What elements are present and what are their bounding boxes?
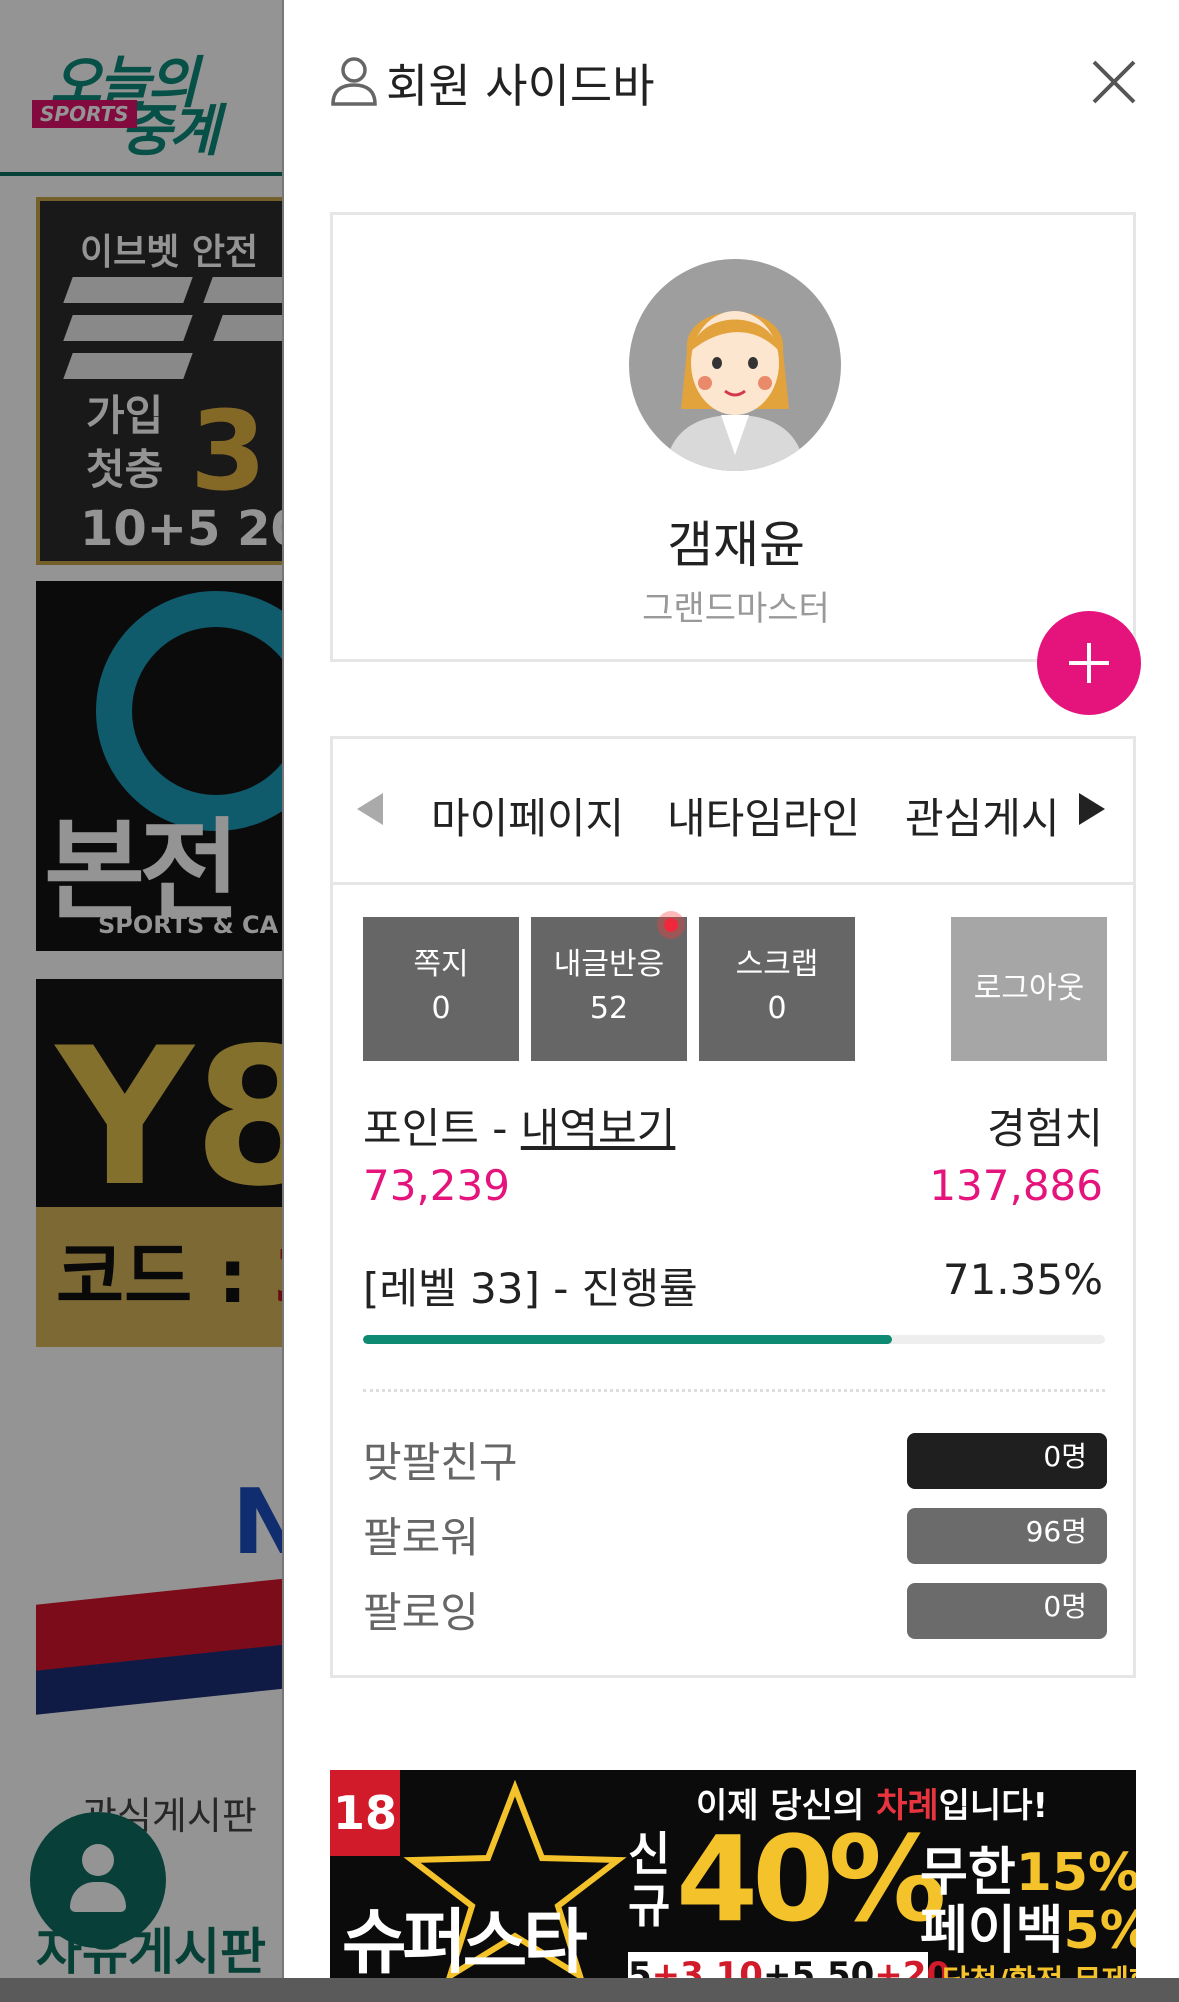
- tab-bar: 마이페이지 내타임라인 관심게시: [333, 739, 1133, 885]
- followers-count[interactable]: 96명: [907, 1508, 1107, 1564]
- overlay-dim[interactable]: [0, 0, 282, 2002]
- reactions-label: 내글반응: [553, 947, 665, 982]
- scrap-count: 0: [767, 991, 787, 1026]
- ad-banner-superstar[interactable]: 18 슈퍼스타 이제 당신의 차례입니다! 신규 40% 무한15% 페이백5%…: [330, 1770, 1136, 2002]
- following-label: 팔로잉: [363, 1588, 479, 1637]
- sidebar-header: 회원 사이드바: [284, 0, 1179, 170]
- level-progress-percent: 71.35%: [942, 1255, 1103, 1304]
- nickname: 갬재윤: [667, 516, 805, 574]
- member-menu-card: 마이페이지 내타임라인 관심게시 쪽지 0 내글반응 52 스크랩 0 로그아웃…: [330, 736, 1136, 1678]
- mutual-friends-count[interactable]: 0명: [907, 1433, 1107, 1489]
- exp-value: 137,886: [929, 1161, 1103, 1210]
- scrap-label: 스크랩: [735, 947, 819, 982]
- scrap-button[interactable]: 스크랩 0: [699, 917, 855, 1061]
- notification-dot: [657, 911, 685, 939]
- level-label: [레벨 33] - 진행률: [363, 1264, 698, 1313]
- ad-new-label: 신규: [628, 1827, 671, 1933]
- chevron-left-icon[interactable]: [351, 789, 391, 829]
- points-history-link[interactable]: 내역보기: [521, 1104, 676, 1153]
- messages-button[interactable]: 쪽지 0: [363, 917, 519, 1061]
- level-progress-bar: [363, 1335, 1105, 1344]
- tab-favorites[interactable]: 관심게시: [905, 785, 1065, 846]
- ad-brand-name: 슈퍼스타: [342, 1901, 588, 1983]
- user-icon: [331, 57, 377, 106]
- followers-label: 팔로워: [363, 1513, 479, 1562]
- reactions-count: 52: [589, 991, 629, 1026]
- member-sidebar: 회원 사이드바 갬재윤 그랜드마스터 마이페이지 내타임라인 관심게시 쪽지 0…: [282, 0, 1179, 2002]
- divider: [363, 1389, 1105, 1392]
- messages-label: 쪽지: [413, 947, 469, 982]
- reactions-button[interactable]: 내글반응 52: [531, 917, 687, 1061]
- profile-card: 갬재윤 그랜드마스터: [330, 212, 1141, 715]
- tab-mypage[interactable]: 마이페이지: [431, 785, 624, 846]
- logout-button[interactable]: 로그아웃: [951, 917, 1107, 1061]
- exp-label: 경험치: [987, 1104, 1103, 1153]
- ad-percent: 40%: [676, 1810, 946, 1948]
- sidebar-title: 회원 사이드바: [386, 59, 655, 113]
- member-rank: 그랜드마스터: [642, 589, 830, 629]
- mutual-friends-label: 맞팔친구: [363, 1438, 518, 1487]
- avatar[interactable]: [629, 259, 841, 471]
- chevron-right-icon[interactable]: [1071, 789, 1111, 829]
- bottom-bar: [0, 1978, 1179, 2002]
- ad-payback-line: 페이백5%: [920, 1901, 1136, 1961]
- level-progress-fill: [363, 1335, 893, 1344]
- avatar-illustration: [665, 311, 805, 471]
- points-value: 73,239: [363, 1161, 510, 1210]
- add-button[interactable]: [1037, 611, 1141, 715]
- following-count[interactable]: 0명: [907, 1583, 1107, 1639]
- messages-count: 0: [431, 991, 451, 1026]
- points-label: 포인트 - 내역보기: [363, 1104, 676, 1153]
- tab-timeline[interactable]: 내타임라인: [667, 785, 860, 846]
- close-icon[interactable]: [1088, 56, 1140, 108]
